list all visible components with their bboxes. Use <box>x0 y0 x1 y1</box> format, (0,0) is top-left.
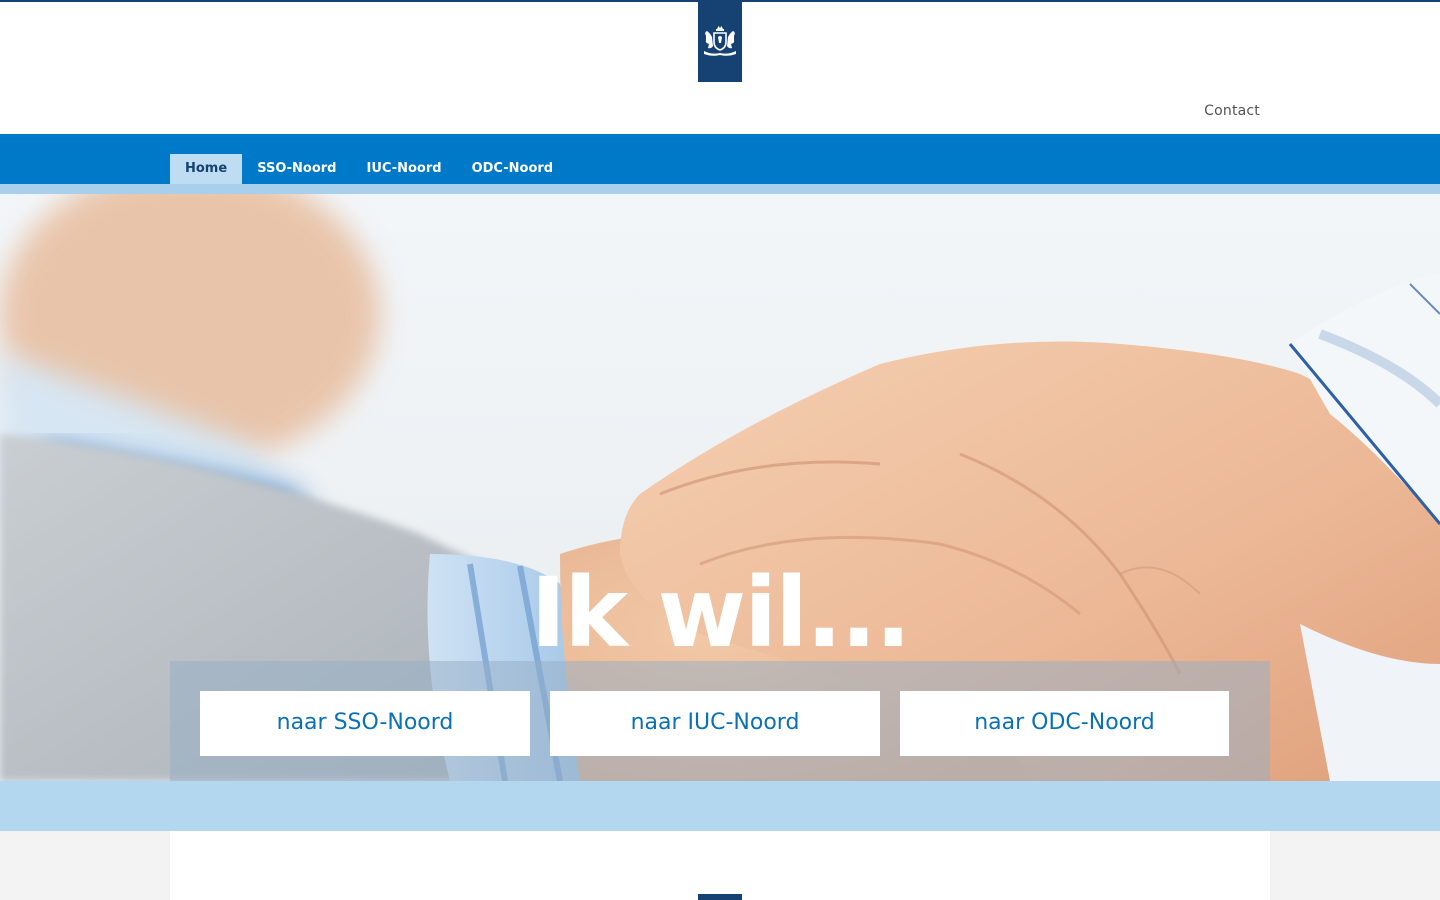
section-marker <box>698 894 742 900</box>
to-odc-noord-button[interactable]: naar ODC-Noord <box>900 691 1229 756</box>
hero-title: Ik wil... <box>530 557 912 669</box>
light-blue-band <box>0 781 1440 831</box>
rijksoverheid-logo[interactable] <box>698 2 742 82</box>
nav-underline <box>0 184 1440 194</box>
choice-panel: naar SSO-Noord naar IUC-Noord naar ODC-N… <box>170 661 1270 781</box>
nav-item-odc-noord[interactable]: ODC-Noord <box>457 154 569 184</box>
nav-item-sso-noord[interactable]: SSO-Noord <box>242 154 351 184</box>
site-header: Contact <box>0 2 1440 134</box>
main-navigation: Home SSO-Noord IUC-Noord ODC-Noord <box>0 134 1440 184</box>
nav-items: Home SSO-Noord IUC-Noord ODC-Noord <box>170 154 568 184</box>
to-sso-noord-button[interactable]: naar SSO-Noord <box>200 691 530 756</box>
nav-item-iuc-noord[interactable]: IUC-Noord <box>351 154 456 184</box>
to-iuc-noord-button[interactable]: naar IUC-Noord <box>550 691 880 756</box>
contact-link[interactable]: Contact <box>1204 103 1260 119</box>
hero-banner: Ik wil... naar SSO-Noord naar IUC-Noord … <box>0 194 1440 781</box>
coat-of-arms-icon <box>704 26 736 56</box>
main-content <box>170 831 1270 900</box>
nav-item-home[interactable]: Home <box>170 154 243 184</box>
